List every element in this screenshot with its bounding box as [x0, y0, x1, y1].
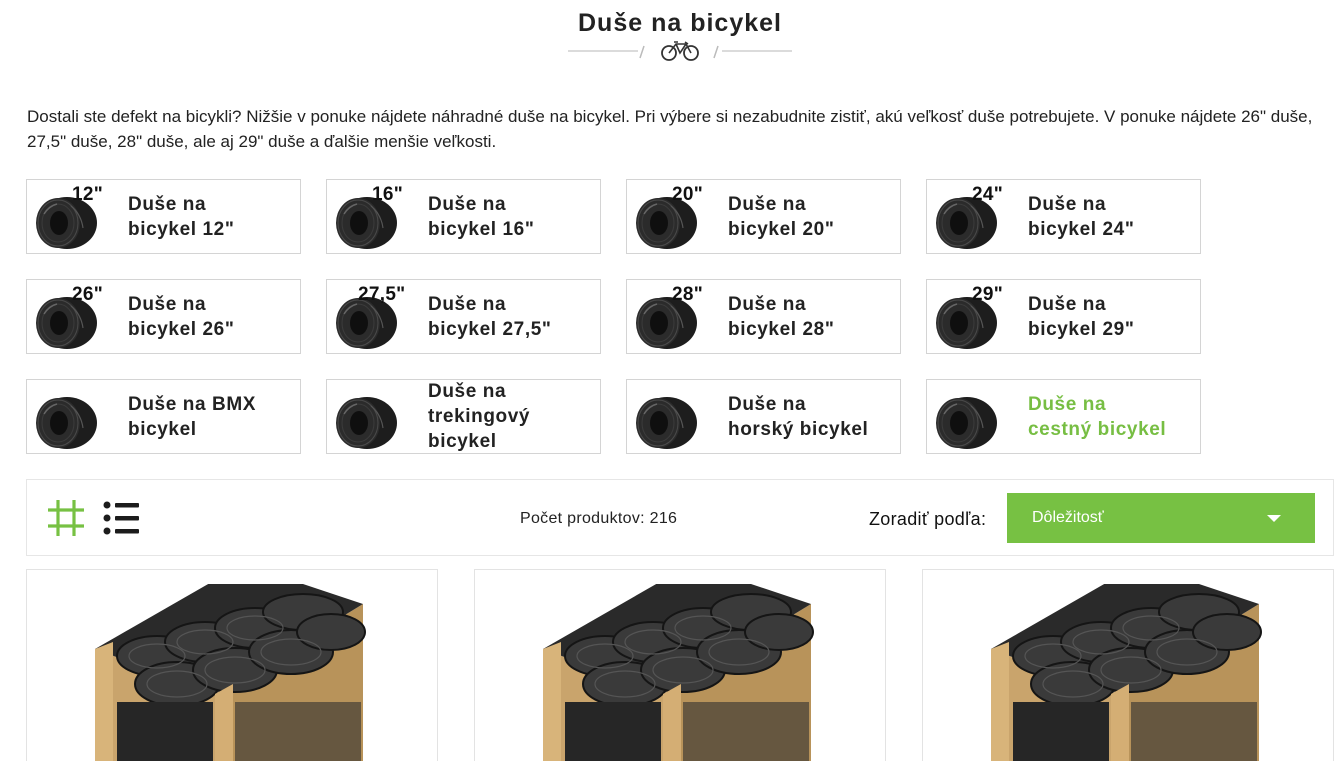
category-label: Duše na horský bicykel — [728, 393, 869, 440]
inner-tube-image — [631, 384, 719, 450]
size-badge: 12" — [72, 184, 104, 205]
category-tile-20[interactable]: 20" Duše na bicykel 20" — [626, 179, 901, 254]
page-title: Duše na bicykel — [578, 9, 782, 37]
size-badge: 24" — [972, 184, 1004, 205]
chevron-down-icon — [1267, 515, 1281, 522]
size-badge: 16" — [372, 184, 404, 205]
category-tile-24[interactable]: 24" Duše na bicykel 24" — [926, 179, 1201, 254]
product-count-value: 216 — [649, 510, 678, 527]
category-label: Duše na bicykel 24" — [1028, 193, 1135, 240]
bicycle-icon — [568, 41, 792, 61]
size-badge: 29" — [972, 284, 1004, 305]
category-tile-road[interactable]: Duše na cestný bicykel — [926, 379, 1201, 454]
size-badge: 27,5" — [358, 284, 406, 305]
product-image — [543, 584, 823, 761]
sort-label: Zoradiť podľa: — [869, 509, 987, 529]
category-label: Duše na bicykel 29" — [1028, 293, 1135, 340]
sort-selected-value: Dôležitosť — [1032, 509, 1104, 526]
category-label: Duše na bicykel 12" — [128, 193, 235, 240]
product-card[interactable] — [26, 569, 438, 761]
category-tile-12[interactable]: 12" Duše na bicykel 12" — [26, 179, 301, 254]
product-image — [95, 584, 375, 761]
list-view-icon[interactable] — [103, 501, 139, 535]
category-label: Duše na bicykel 27,5" — [428, 293, 552, 340]
product-card[interactable] — [474, 569, 886, 761]
category-tile-29[interactable]: 29" Duše na bicykel 29" — [926, 279, 1201, 354]
category-tile-26[interactable]: 26" Duše na bicykel 26" — [26, 279, 301, 354]
category-label: Duše na bicykel 26" — [128, 293, 235, 340]
category-tile-bmx[interactable]: Duše na BMX bicykel — [26, 379, 301, 454]
size-badge: 26" — [72, 284, 104, 305]
category-label: Duše na BMX bicykel — [128, 393, 257, 440]
category-label: Duše na cestný bicykel — [1028, 393, 1167, 440]
intro-text: Dostali ste defekt na bicykli? Nižšie v … — [27, 107, 1313, 151]
category-label: Duše na trekingový bicykel — [428, 381, 531, 452]
category-label: Duše na bicykel 28" — [728, 293, 835, 340]
product-count: Počet produktov: 216 — [520, 510, 678, 527]
category-label: Duše na bicykel 16" — [428, 193, 535, 240]
category-tile-16[interactable]: 16" Duše na bicykel 16" — [326, 179, 601, 254]
category-tile-trekking[interactable]: Duše na trekingový bicykel — [326, 379, 601, 454]
grid-view-icon[interactable] — [47, 499, 85, 537]
category-tile-mountain[interactable]: Duše na horský bicykel — [626, 379, 901, 454]
category-tile-27-5[interactable]: 27,5" Duše na bicykel 27,5" — [326, 279, 601, 354]
category-tile-28[interactable]: 28" Duše na bicykel 28" — [626, 279, 901, 354]
product-toolbar: Počet produktov: 216 Zoradiť podľa: Dôle… — [26, 479, 1334, 556]
product-image — [991, 584, 1271, 761]
category-label: Duše na bicykel 20" — [728, 193, 835, 240]
size-badge: 20" — [672, 184, 704, 205]
size-badge: 28" — [672, 284, 704, 305]
inner-tube-image — [931, 384, 1019, 450]
sort-select[interactable]: Dôležitosť — [1007, 493, 1315, 543]
inner-tube-image — [331, 384, 419, 450]
product-card[interactable] — [922, 569, 1334, 761]
inner-tube-image — [31, 384, 119, 450]
